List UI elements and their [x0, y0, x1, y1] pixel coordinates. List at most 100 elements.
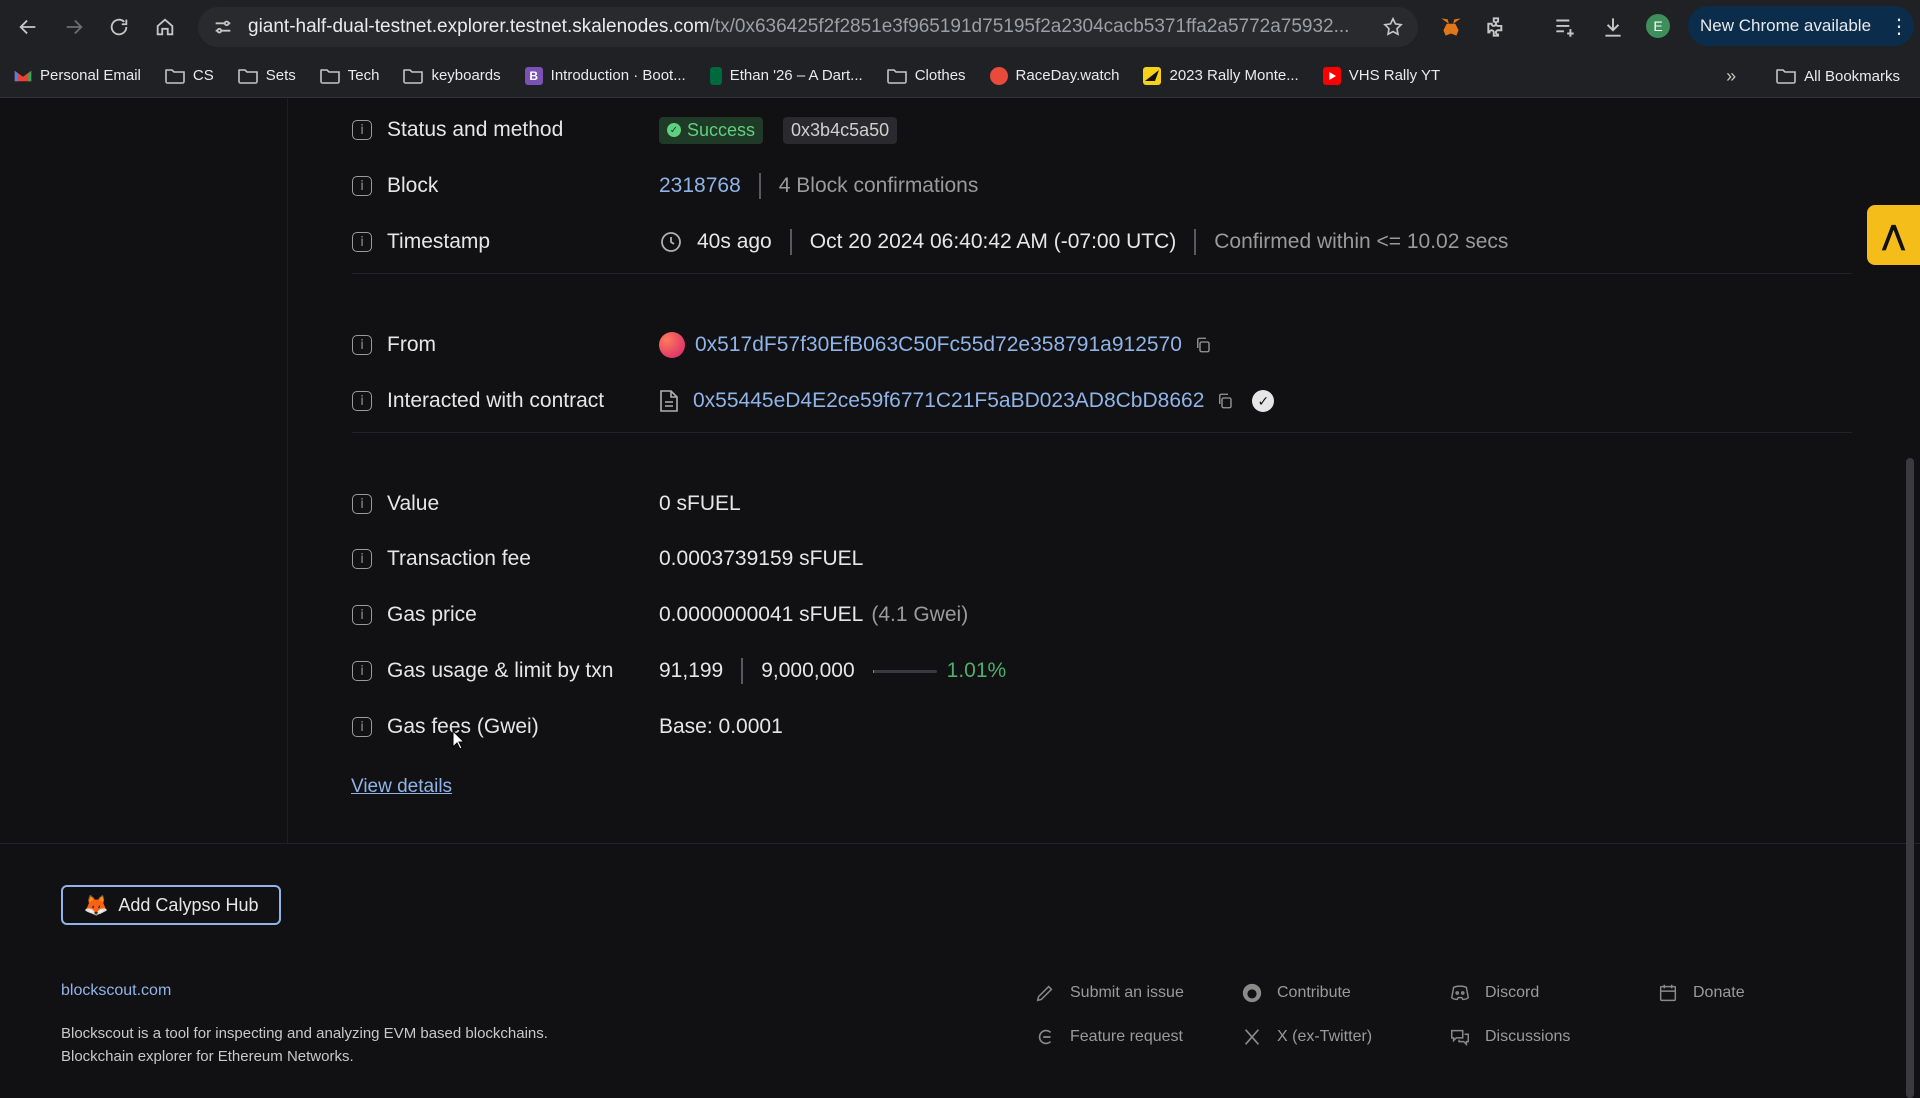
folder-icon [886, 68, 907, 84]
gas-usage-percent: 1.01% [946, 659, 1007, 682]
mouse-cursor-icon [452, 730, 466, 750]
metamask-extension-icon[interactable] [1438, 14, 1464, 40]
row-label: Transaction fee [387, 547, 531, 570]
chrome-update-button[interactable]: New Chrome available ⋮ [1688, 6, 1914, 46]
bookmark-star-icon[interactable] [1382, 16, 1404, 38]
gas-price-value: 0.0000000041 sFUEL (4.1 Gwei) [659, 595, 968, 635]
info-icon[interactable]: i [352, 549, 372, 569]
add-calypso-hub-button[interactable]: 🦊 Add Calypso Hub [61, 885, 281, 925]
dartmouth-icon [709, 66, 722, 85]
info-icon[interactable]: i [352, 232, 372, 252]
feature-request-link[interactable]: Feature request [1034, 1026, 1183, 1048]
from-address-link[interactable]: 0x517dF57f30EfB063C50Fc55d72e358791a9125… [695, 333, 1182, 357]
info-icon[interactable]: i [352, 176, 372, 196]
gmail-icon [14, 67, 32, 85]
bookmark-folder-cs[interactable]: CS [165, 67, 214, 84]
profile-avatar[interactable]: E [1646, 14, 1670, 38]
github-icon [1242, 983, 1262, 1003]
row-label: Timestamp [387, 230, 491, 253]
site-settings-icon[interactable] [212, 16, 234, 38]
row-label: Block [387, 174, 439, 197]
url-path: /tx/0x636425f2f2851e3f965191d75195f2a230… [709, 16, 1350, 37]
downloads-icon[interactable] [1600, 14, 1626, 40]
discord-link[interactable]: Discord [1449, 982, 1539, 1004]
more-bookmarks-chevron-icon[interactable]: » [1726, 66, 1736, 87]
page-scrollbar[interactable] [1906, 458, 1914, 1098]
sidebar-divider [287, 98, 288, 843]
bookmark-bootstrap[interactable]: B Introduction · Boot... [524, 66, 686, 85]
info-icon[interactable]: i [352, 120, 372, 140]
reload-icon[interactable] [96, 4, 142, 50]
floating-widget-button[interactable]: ⋀ [1867, 205, 1920, 265]
confirmed-within: Confirmed within <= 10.02 secs [1214, 230, 1509, 253]
contribute-link[interactable]: Contribute [1241, 982, 1351, 1004]
gas-used: 91,199 [659, 659, 724, 682]
bookmark-rally-monte[interactable]: 2023 Rally Monte... [1143, 66, 1299, 85]
contract-address-link[interactable]: 0x55445eD4E2ce59f6771C21F5aBD023AD8CbD86… [693, 389, 1204, 413]
bookmark-folder-sets[interactable]: Sets [237, 67, 296, 84]
info-icon[interactable]: i [352, 335, 372, 355]
row-label: Gas price [387, 603, 477, 626]
kebab-menu-icon[interactable]: ⋮ [1889, 14, 1909, 39]
bookmark-raceday[interactable]: RaceDay.watch [989, 66, 1119, 85]
clock-icon [661, 232, 681, 252]
discord-icon [1450, 985, 1470, 1001]
row-gas-usage: i Gas usage & limit by txn [352, 651, 613, 691]
bookmark-vhs-rally[interactable]: VHS Rally YT [1322, 66, 1440, 85]
separator [789, 229, 792, 255]
bookmark-folder-tech[interactable]: Tech [319, 67, 379, 84]
calendar-icon [1659, 984, 1677, 1002]
home-icon[interactable] [142, 4, 188, 50]
info-icon[interactable]: i [352, 717, 372, 737]
row-fee: i Transaction fee [352, 539, 531, 579]
folder-icon [165, 68, 185, 84]
info-icon[interactable]: i [352, 494, 372, 514]
block-value: 2318768 4 Block confirmations [659, 166, 978, 206]
submit-issue-link[interactable]: Submit an issue [1034, 982, 1184, 1004]
feature-request-icon [1038, 1029, 1052, 1045]
gas-price-gwei: (4.1 Gwei) [871, 603, 969, 626]
row-status: i Status and method [352, 110, 563, 150]
info-icon[interactable]: i [352, 661, 372, 681]
blockscout-site-link[interactable]: blockscout.com [61, 982, 171, 1000]
donate-link[interactable]: Donate [1657, 982, 1745, 1004]
back-arrow-icon[interactable] [5, 4, 51, 50]
row-label: Value [387, 492, 440, 515]
reading-list-icon[interactable] [1552, 14, 1578, 40]
address-bar[interactable]: giant-half-dual-testnet.explorer.testnet… [198, 7, 1418, 47]
row-label: Interacted with contract [387, 389, 605, 412]
all-bookmarks-button[interactable]: All Bookmarks [1776, 68, 1900, 85]
view-details-link[interactable]: View details [351, 776, 452, 798]
row-value: i Value [352, 484, 439, 524]
copy-icon[interactable] [1194, 336, 1212, 354]
section-divider [352, 273, 1852, 274]
from-value: 0x517dF57f30EfB063C50Fc55d72e358791a9125… [659, 325, 1212, 365]
verified-check-icon: ✓ [1252, 390, 1275, 412]
folder-icon [319, 68, 340, 84]
separator [758, 173, 761, 199]
status-value: ✓ Success 0x3b4c5a50 [659, 110, 898, 150]
folder-icon [403, 68, 424, 84]
copy-icon[interactable] [1216, 392, 1234, 410]
row-contract: i Interacted with contract [352, 381, 604, 421]
bookmarks-bar: Personal Email CS Sets Tech keyboards B … [0, 54, 1920, 98]
discussions-link[interactable]: Discussions [1449, 1026, 1570, 1048]
block-number-link[interactable]: 2318768 [659, 174, 741, 198]
separator [1194, 229, 1197, 255]
bookmark-folder-clothes[interactable]: Clothes [886, 67, 966, 84]
row-label: From [387, 333, 436, 356]
info-icon[interactable]: i [352, 391, 372, 411]
twitter-link[interactable]: X (ex-Twitter) [1241, 1026, 1372, 1048]
value-amount: 0 sFUEL [659, 492, 741, 515]
bookmark-dartmouth[interactable]: Ethan '26 – A Dart... [709, 66, 863, 85]
section-divider [352, 432, 1852, 433]
bookmark-folder-keyboards[interactable]: keyboards [403, 67, 501, 84]
info-icon[interactable]: i [352, 605, 372, 625]
metamask-fox-icon: 🦊 [83, 894, 109, 917]
forward-arrow-icon[interactable] [51, 4, 97, 50]
check-circle-icon: ✓ [667, 123, 681, 137]
pencil-icon [1036, 985, 1053, 1002]
gas-limit: 9,000,000 [761, 659, 855, 682]
bookmark-personal-email[interactable]: Personal Email [14, 67, 141, 85]
extensions-puzzle-icon[interactable] [1484, 14, 1510, 40]
